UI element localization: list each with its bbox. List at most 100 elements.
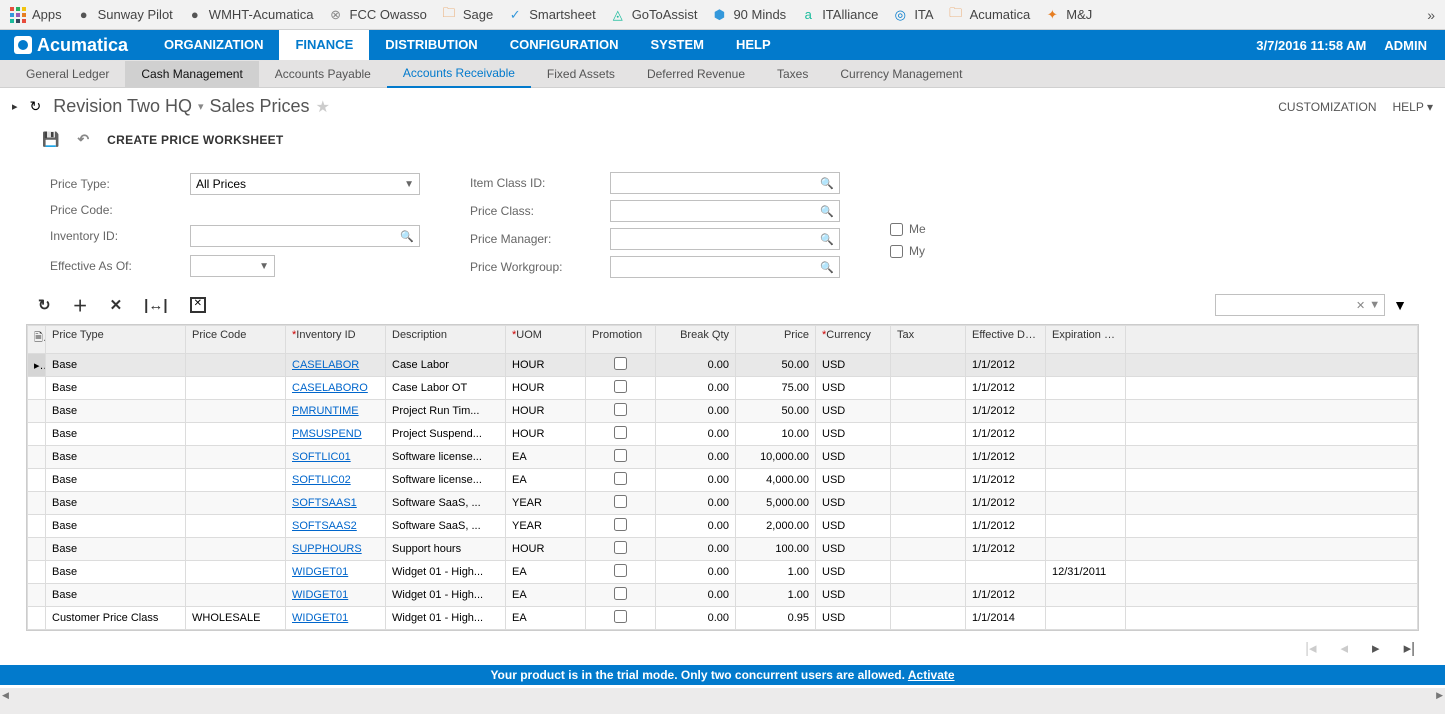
col-expiration-date[interactable]: Expiration Date xyxy=(1046,326,1126,354)
subnav-accounts-receivable[interactable]: Accounts Receivable xyxy=(387,60,531,88)
cell-description[interactable]: Project Run Tim... xyxy=(386,400,506,423)
cell-description[interactable]: Case Labor xyxy=(386,354,506,377)
cell-tax[interactable] xyxy=(891,423,966,446)
col-inventory-id[interactable]: *Inventory ID xyxy=(286,326,386,354)
cell-promotion[interactable] xyxy=(586,607,656,630)
breadcrumb-org[interactable]: Revision Two HQ xyxy=(53,96,192,117)
apps-button[interactable]: Apps xyxy=(10,7,62,23)
cell-uom[interactable]: YEAR xyxy=(506,492,586,515)
row-indicator[interactable] xyxy=(28,469,46,492)
cell-price-type[interactable]: Base xyxy=(46,377,186,400)
cell-expiration-date[interactable] xyxy=(1046,492,1126,515)
cell-promotion[interactable] xyxy=(586,377,656,400)
cell-description[interactable]: Widget 01 - High... xyxy=(386,607,506,630)
row-indicator[interactable] xyxy=(28,377,46,400)
cell-tax[interactable] xyxy=(891,561,966,584)
cell-tax[interactable] xyxy=(891,538,966,561)
cell-description[interactable]: Case Labor OT xyxy=(386,377,506,400)
table-row[interactable]: BaseSOFTSAAS2Software SaaS, ...YEAR0.002… xyxy=(28,515,1418,538)
price-class-input[interactable]: 🔍 xyxy=(610,200,840,222)
activate-link[interactable]: Activate xyxy=(908,668,955,682)
cell-break-qty[interactable]: 0.00 xyxy=(656,377,736,400)
cell-expiration-date[interactable] xyxy=(1046,423,1126,446)
subnav-accounts-payable[interactable]: Accounts Payable xyxy=(259,61,387,87)
table-row[interactable]: BasePMRUNTIMEProject Run Tim...HOUR0.005… xyxy=(28,400,1418,423)
item-class-id-input[interactable]: 🔍 xyxy=(610,172,840,194)
col-uom[interactable]: *UOM xyxy=(506,326,586,354)
col-promotion[interactable]: Promotion xyxy=(586,326,656,354)
expand-sidebar-icon[interactable]: ▸ xyxy=(12,100,18,113)
cell-price-type[interactable]: Base xyxy=(46,561,186,584)
favorite-star-icon[interactable]: ★ xyxy=(316,97,330,117)
bookmark-sunway-pilot[interactable]: ●Sunway Pilot xyxy=(76,7,173,23)
cell-price-code[interactable] xyxy=(186,538,286,561)
undo-icon[interactable]: ↶ xyxy=(77,131,89,148)
col-description[interactable]: Description xyxy=(386,326,506,354)
cell-inventory-id[interactable]: WIDGET01 xyxy=(286,607,386,630)
cell-break-qty[interactable]: 0.00 xyxy=(656,561,736,584)
cell-price-code[interactable] xyxy=(186,469,286,492)
horizontal-scrollbar[interactable] xyxy=(0,688,1445,704)
cell-uom[interactable]: YEAR xyxy=(506,515,586,538)
cell-effective-date[interactable]: 1/1/2012 xyxy=(966,354,1046,377)
cell-price[interactable]: 0.95 xyxy=(736,607,816,630)
cell-price-type[interactable]: Base xyxy=(46,423,186,446)
price-type-select[interactable]: All Prices▼ xyxy=(190,173,420,195)
cell-promotion[interactable] xyxy=(586,561,656,584)
col-price-code[interactable]: Price Code xyxy=(186,326,286,354)
cell-uom[interactable]: HOUR xyxy=(506,423,586,446)
bookmark-fcc-owasso[interactable]: ⊗FCC Owasso xyxy=(328,7,427,23)
cell-promotion[interactable] xyxy=(586,469,656,492)
cell-inventory-id[interactable]: CASELABORO xyxy=(286,377,386,400)
cell-description[interactable]: Support hours xyxy=(386,538,506,561)
cell-uom[interactable]: EA xyxy=(506,607,586,630)
cell-tax[interactable] xyxy=(891,492,966,515)
cell-expiration-date[interactable] xyxy=(1046,538,1126,561)
cell-price[interactable]: 4,000.00 xyxy=(736,469,816,492)
table-row[interactable]: BaseSOFTLIC01Software license...EA0.0010… xyxy=(28,446,1418,469)
effective-as-of-input[interactable]: ▼ xyxy=(190,255,275,277)
cell-uom[interactable]: EA xyxy=(506,584,586,607)
cell-price[interactable]: 50.00 xyxy=(736,400,816,423)
cell-price[interactable]: 5,000.00 xyxy=(736,492,816,515)
caret-down-icon[interactable]: ▾ xyxy=(198,100,204,113)
table-row[interactable]: BaseWIDGET01Widget 01 - High...EA0.001.0… xyxy=(28,561,1418,584)
search-icon[interactable]: 🔍 xyxy=(820,205,834,218)
cell-expiration-date[interactable] xyxy=(1046,400,1126,423)
nav-finance[interactable]: FINANCE xyxy=(279,30,369,60)
cell-promotion[interactable] xyxy=(586,423,656,446)
bookmark-90-minds[interactable]: ⬢90 Minds xyxy=(711,7,786,23)
cell-break-qty[interactable]: 0.00 xyxy=(656,446,736,469)
cell-effective-date[interactable]: 1/1/2012 xyxy=(966,538,1046,561)
table-row[interactable]: BaseSOFTLIC02Software license...EA0.004,… xyxy=(28,469,1418,492)
cell-inventory-id[interactable]: SOFTSAAS1 xyxy=(286,492,386,515)
cell-price-type[interactable]: Base xyxy=(46,469,186,492)
col-price-type[interactable]: Price Type xyxy=(46,326,186,354)
cell-price-type[interactable]: Base xyxy=(46,400,186,423)
nav-user[interactable]: ADMIN xyxy=(1384,38,1427,53)
cell-currency[interactable]: USD xyxy=(816,584,891,607)
nav-configuration[interactable]: CONFIGURATION xyxy=(494,30,635,60)
subnav-fixed-assets[interactable]: Fixed Assets xyxy=(531,61,631,87)
pager-last-icon[interactable]: ▸| xyxy=(1404,639,1415,657)
cell-uom[interactable]: HOUR xyxy=(506,377,586,400)
cell-break-qty[interactable]: 0.00 xyxy=(656,584,736,607)
bookmark-acumatica[interactable]: 🗀Acumatica xyxy=(948,7,1031,23)
nav-organization[interactable]: ORGANIZATION xyxy=(148,30,279,60)
cell-effective-date[interactable]: 1/1/2012 xyxy=(966,584,1046,607)
cell-uom[interactable]: EA xyxy=(506,469,586,492)
customization-link[interactable]: CUSTOMIZATION xyxy=(1278,100,1376,114)
cell-effective-date[interactable]: 1/1/2012 xyxy=(966,423,1046,446)
cell-currency[interactable]: USD xyxy=(816,469,891,492)
table-row[interactable]: Customer Price ClassWHOLESALEWIDGET01Wid… xyxy=(28,607,1418,630)
row-indicator[interactable] xyxy=(28,400,46,423)
table-row[interactable]: BaseSUPPHOURSSupport hoursHOUR0.00100.00… xyxy=(28,538,1418,561)
cell-currency[interactable]: USD xyxy=(816,446,891,469)
cell-price-code[interactable] xyxy=(186,515,286,538)
subnav-taxes[interactable]: Taxes xyxy=(761,61,824,87)
cell-expiration-date[interactable] xyxy=(1046,446,1126,469)
cell-price-code[interactable] xyxy=(186,400,286,423)
bookmark-gotoassist[interactable]: ◬GoToAssist xyxy=(610,7,698,23)
cell-description[interactable]: Project Suspend... xyxy=(386,423,506,446)
cell-tax[interactable] xyxy=(891,584,966,607)
